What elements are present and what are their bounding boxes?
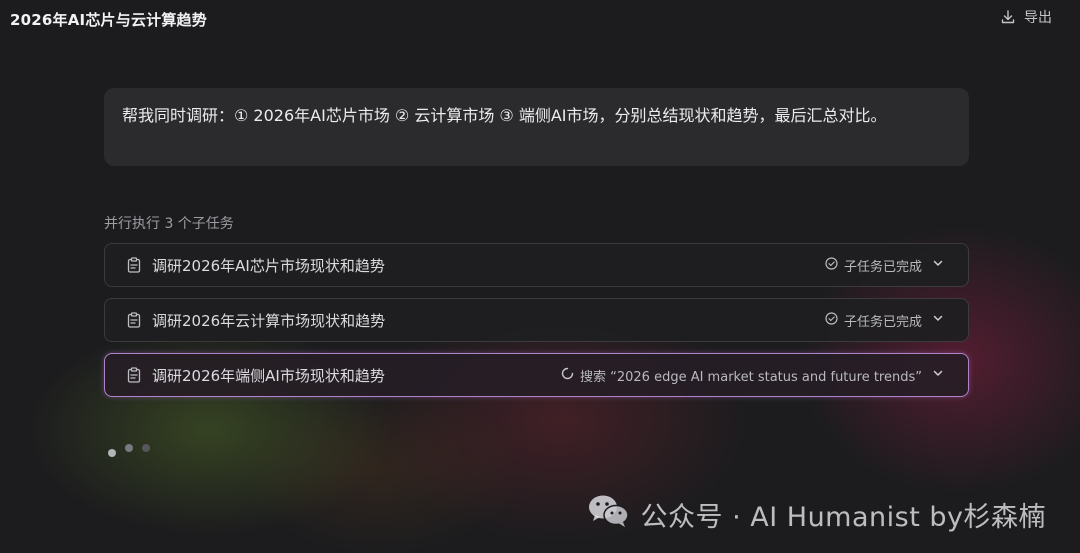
loading-dot: [108, 449, 116, 457]
subtask-status-text: 搜索 “2026 edge AI market status and futur…: [579, 369, 922, 385]
subtask-item-active[interactable]: 调研2026年端侧AI市场现状和趋势 搜索 “2026 edge AI mark…: [104, 353, 969, 397]
user-message: 帮我同时调研：① 2026年AI芯片市场 ② 云计算市场 ③ 端侧AI市场，分别…: [104, 88, 969, 166]
subtask-status: 子任务已完成: [825, 256, 944, 275]
subtask-label: 调研2026年AI芯片市场现状和趋势: [152, 256, 385, 275]
subtask-status-text: 子任务已完成: [843, 259, 922, 275]
clipboard-icon: [127, 367, 141, 383]
download-icon: [1000, 9, 1016, 25]
subtask-status: 搜索 “2026 edge AI market status and futur…: [561, 366, 944, 385]
chevron-down-icon[interactable]: [932, 312, 944, 328]
subtask-section-label: 并行执行 3 个子任务: [104, 216, 234, 232]
check-circle-icon: [825, 311, 838, 329]
spinner-icon: [561, 367, 574, 384]
check-circle-icon: [825, 256, 838, 274]
chevron-down-icon[interactable]: [932, 367, 944, 383]
watermark: 公众号 · AI Humanist by杉森楠: [587, 493, 1047, 536]
export-button[interactable]: 导出: [1000, 6, 1052, 28]
loading-dot: [125, 444, 133, 452]
page-title: 2026年AI芯片与云计算趋势: [10, 11, 207, 29]
export-label: 导出: [1024, 10, 1052, 26]
clipboard-icon: [127, 312, 141, 328]
loading-dots: [108, 444, 150, 457]
watermark-text: 公众号 · AI Humanist by杉森楠: [640, 502, 1046, 533]
wechat-icon: [587, 493, 631, 536]
subtask-label: 调研2026年云计算市场现状和趋势: [152, 311, 386, 330]
chevron-down-icon[interactable]: [932, 257, 944, 273]
loading-dot: [142, 444, 150, 452]
top-bar: 2026年AI芯片与云计算趋势 导出: [0, 0, 1080, 38]
subtask-item[interactable]: 调研2026年云计算市场现状和趋势 子任务已完成: [104, 298, 969, 342]
subtask-label: 调研2026年端侧AI市场现状和趋势: [152, 366, 385, 385]
clipboard-icon: [127, 257, 141, 273]
subtask-status: 子任务已完成: [825, 311, 944, 330]
subtask-item[interactable]: 调研2026年AI芯片市场现状和趋势 子任务已完成: [104, 243, 969, 287]
subtask-status-text: 子任务已完成: [843, 314, 922, 330]
user-message-text: 帮我同时调研：① 2026年AI芯片市场 ② 云计算市场 ③ 端侧AI市场，分别…: [122, 106, 887, 125]
